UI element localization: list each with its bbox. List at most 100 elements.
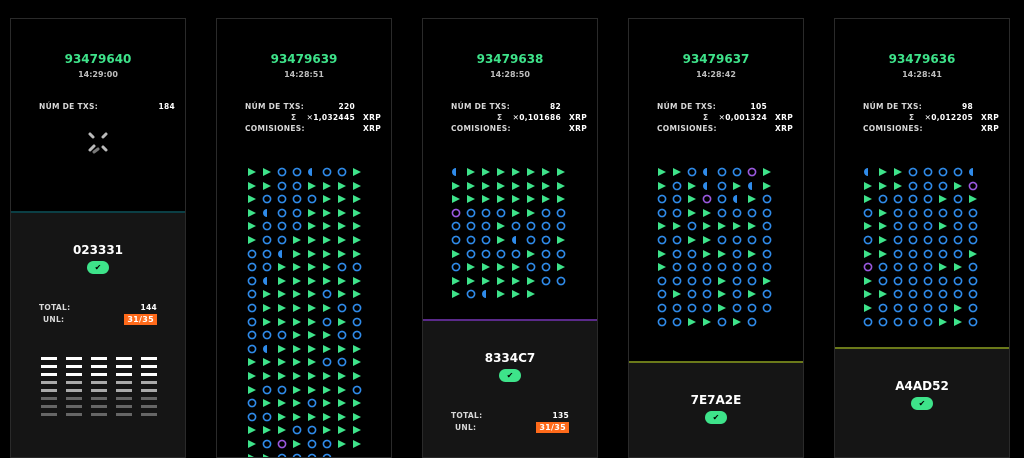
fees-label: COMISIONES: — [863, 124, 923, 133]
fees-row: COMISIONES: XRP — [245, 123, 381, 134]
total-value: 135 — [552, 411, 569, 420]
payment-marker — [307, 380, 317, 394]
trustline-marker — [556, 203, 566, 218]
trustline-marker — [908, 298, 918, 313]
validation-totals: TOTAL: 144 UNL: 31/35 — [39, 303, 157, 327]
validation-hash[interactable]: 7E7A2E — [629, 393, 803, 407]
sigma-label: Σ — [909, 113, 915, 122]
validator-bar — [116, 397, 132, 400]
payment-marker — [337, 407, 347, 421]
trustline-marker — [938, 203, 948, 218]
ledger-index[interactable]: 93479636 — [835, 52, 1009, 66]
ledger-column[interactable]: 93479638 14:28:50 NÚM DE TXS: 82 Σ ✕0,101686 X… — [422, 18, 598, 458]
trustline-marker — [322, 448, 332, 457]
payment-marker — [968, 244, 978, 258]
fees-unit: XRP — [775, 124, 793, 133]
trustline-marker — [466, 203, 476, 218]
trustline-marker — [717, 162, 727, 177]
trustline-marker — [672, 203, 682, 218]
payment-marker — [262, 448, 272, 457]
ledger-time: 14:28:51 — [284, 70, 324, 79]
validator-bar — [41, 357, 57, 360]
validator-bar — [141, 405, 157, 408]
trustline-marker — [893, 284, 903, 299]
trustline-marker — [322, 162, 332, 177]
sum-value: ✕0,001324 — [718, 113, 767, 122]
sum-unit: XRP — [363, 113, 381, 122]
unl-row: UNL: 31/35 — [39, 314, 157, 327]
ledger-index[interactable]: 93479639 — [217, 52, 391, 66]
trustline-marker — [657, 189, 667, 204]
payment-marker — [717, 244, 727, 258]
validated-check-icon: ✔ — [87, 261, 109, 274]
sum-unit: XRP — [981, 113, 999, 122]
validation-hash[interactable]: 8334C7 — [423, 351, 597, 365]
payment-marker — [672, 284, 682, 299]
offer-marker — [863, 162, 873, 176]
offer-marker — [481, 284, 491, 299]
trustline-marker — [908, 284, 918, 299]
total-value: 144 — [140, 303, 157, 312]
payment-marker — [307, 352, 317, 367]
payment-marker — [511, 176, 521, 190]
offer-marker — [732, 189, 742, 204]
ledger-column[interactable]: 93479639 14:28:51 NÚM DE TXS: 220 Σ ✕1,032445… — [216, 18, 392, 458]
trustline-marker — [262, 230, 272, 245]
trustline-marker — [262, 189, 272, 204]
validator-bar — [41, 389, 57, 392]
trustline-marker — [657, 312, 667, 326]
ledger-stats: NÚM DE TXS: 98 Σ ✕0,012205 XRP COMISIONES: XRP — [863, 101, 999, 134]
trustline-marker — [762, 298, 772, 313]
trustline-marker — [481, 230, 491, 245]
payment-marker — [556, 189, 566, 204]
payment-marker — [262, 298, 272, 312]
ledger-column[interactable]: 93479640 14:29:00 NÚM DE TXS: 184 023331 ✔ TOT… — [10, 18, 186, 458]
validation-panel: A4AD52 ✔ — [835, 347, 1009, 457]
payment-marker — [292, 298, 302, 312]
ledger-index[interactable]: 93479640 — [11, 52, 185, 66]
payment-marker — [247, 380, 257, 394]
payment-marker — [292, 257, 302, 272]
validator-bar — [91, 381, 107, 384]
fees-row: COMISIONES: XRP — [451, 123, 587, 134]
ledger-index[interactable]: 93479637 — [629, 52, 803, 66]
validator-bar — [116, 365, 132, 368]
payment-marker — [863, 189, 873, 204]
trustline-marker — [923, 189, 933, 204]
validation-hash[interactable]: 023331 — [11, 243, 185, 257]
trustline-marker — [938, 162, 948, 177]
fees-row: COMISIONES: XRP — [863, 123, 999, 134]
trustline-marker — [702, 257, 712, 272]
trustline-marker — [352, 325, 362, 340]
ledger-column[interactable]: 93479637 14:28:42 NÚM DE TXS: 105 Σ ✕0,001324… — [628, 18, 804, 458]
offer-marker — [747, 176, 757, 190]
payment-marker — [277, 257, 287, 272]
trustline-marker — [247, 393, 257, 408]
trustline-marker — [908, 312, 918, 326]
payment-marker — [247, 352, 257, 367]
payment-marker — [337, 284, 347, 299]
trustline-marker — [672, 312, 682, 326]
payment-marker — [352, 284, 362, 299]
trustline-marker — [908, 189, 918, 204]
trustline-marker — [968, 230, 978, 245]
ledger-time: 14:28:50 — [490, 70, 530, 79]
validation-hash[interactable]: A4AD52 — [835, 379, 1009, 393]
payment-marker — [863, 216, 873, 231]
ledger-column[interactable]: 93479636 14:28:41 NÚM DE TXS: 98 Σ ✕0,012205 X… — [834, 18, 1010, 458]
payment-marker — [352, 393, 362, 408]
trustline-marker — [541, 271, 551, 286]
sum-unit: XRP — [775, 113, 793, 122]
trustline-marker — [466, 230, 476, 245]
payment-marker — [878, 176, 888, 190]
payment-marker — [511, 189, 521, 204]
validation-panel: 8334C7 ✔ TOTAL: 135 UNL: 31/35 — [423, 319, 597, 457]
payment-marker — [556, 230, 566, 244]
sum-value: ✕1,032445 — [306, 113, 355, 122]
trustline-marker — [878, 298, 888, 313]
ledger-index[interactable]: 93479638 — [423, 52, 597, 66]
payment-marker — [717, 284, 727, 299]
payment-marker — [657, 216, 667, 231]
trustline-marker — [953, 189, 963, 204]
payment-marker — [717, 216, 727, 231]
